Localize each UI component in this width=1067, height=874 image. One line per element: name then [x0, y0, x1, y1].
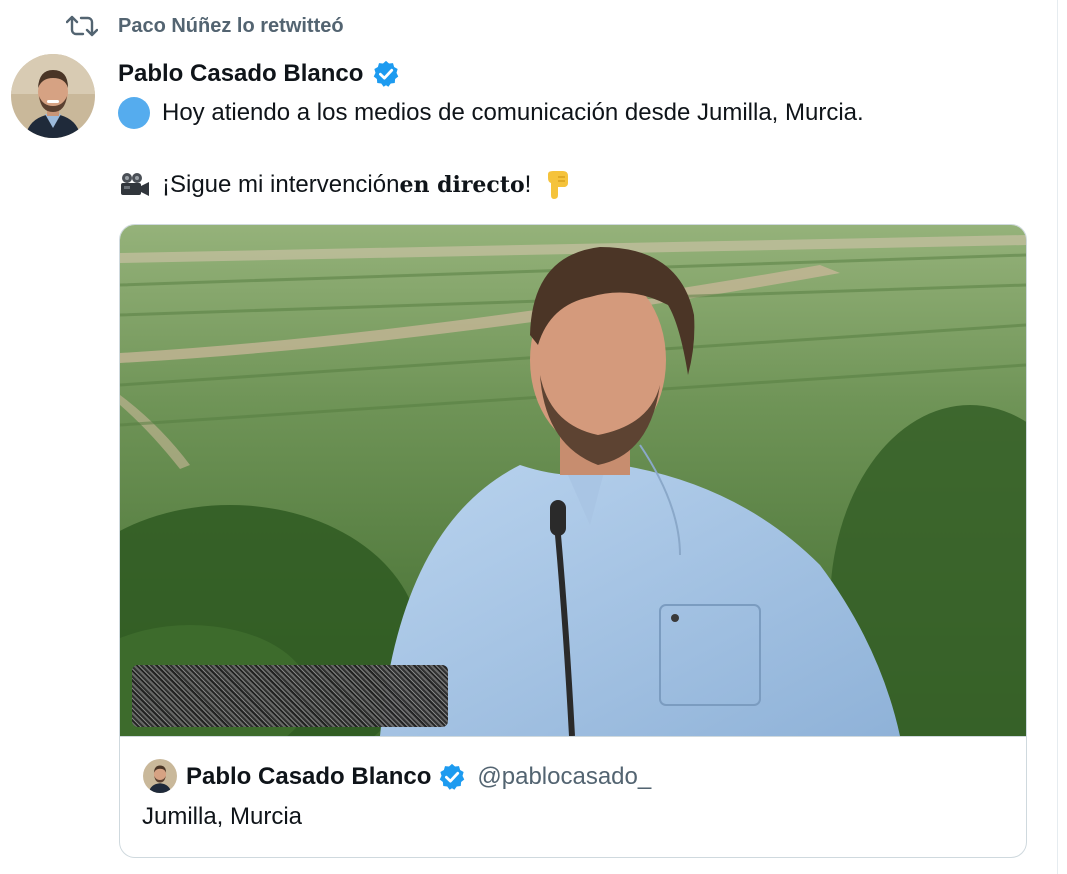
quoted-verified-badge-icon — [437, 762, 467, 792]
redacted-caption-overlay — [132, 665, 448, 727]
movie-camera-icon — [118, 171, 152, 199]
quoted-author-avatar[interactable] — [143, 759, 177, 793]
tweet-text-2-suffix: ! — [524, 171, 532, 198]
timeline-divider — [1057, 0, 1058, 874]
video-thumbnail[interactable] — [120, 225, 1026, 736]
quoted-author-handle[interactable]: @pablocasado_ — [477, 763, 651, 791]
author-avatar[interactable] — [11, 54, 95, 138]
author-name[interactable]: Pablo Casado Blanco — [118, 60, 363, 88]
retweet-label[interactable]: Paco Núñez lo retwitteó — [118, 15, 344, 38]
retweet-icon — [66, 14, 98, 38]
verified-badge-icon — [371, 59, 401, 89]
tweet-text-2-bold: en directo — [399, 172, 525, 198]
tweet-text-line-1: Hoy atiendo a los medios de comunicación… — [118, 96, 864, 130]
author-row[interactable]: Pablo Casado Blanco — [118, 57, 401, 91]
tweet-text-2-prefix: ¡Sigue mi intervención — [162, 171, 400, 198]
quoted-author-name[interactable]: Pablo Casado Blanco — [186, 763, 431, 791]
quoted-author-row[interactable]: Pablo Casado Blanco @pablocasado_ — [186, 757, 651, 797]
tweet-text-1: Hoy atiendo a los medios de comunicación… — [162, 99, 864, 126]
blue-circle-icon — [118, 97, 150, 129]
pointing-down-icon — [545, 169, 571, 201]
retweet-context[interactable]: Paco Núñez lo retwitteó — [66, 12, 344, 40]
quoted-tweet-text: Jumilla, Murcia — [142, 803, 303, 830]
tweet-text-line-2: ¡Sigue mi intervención en directo ! — [118, 168, 571, 202]
